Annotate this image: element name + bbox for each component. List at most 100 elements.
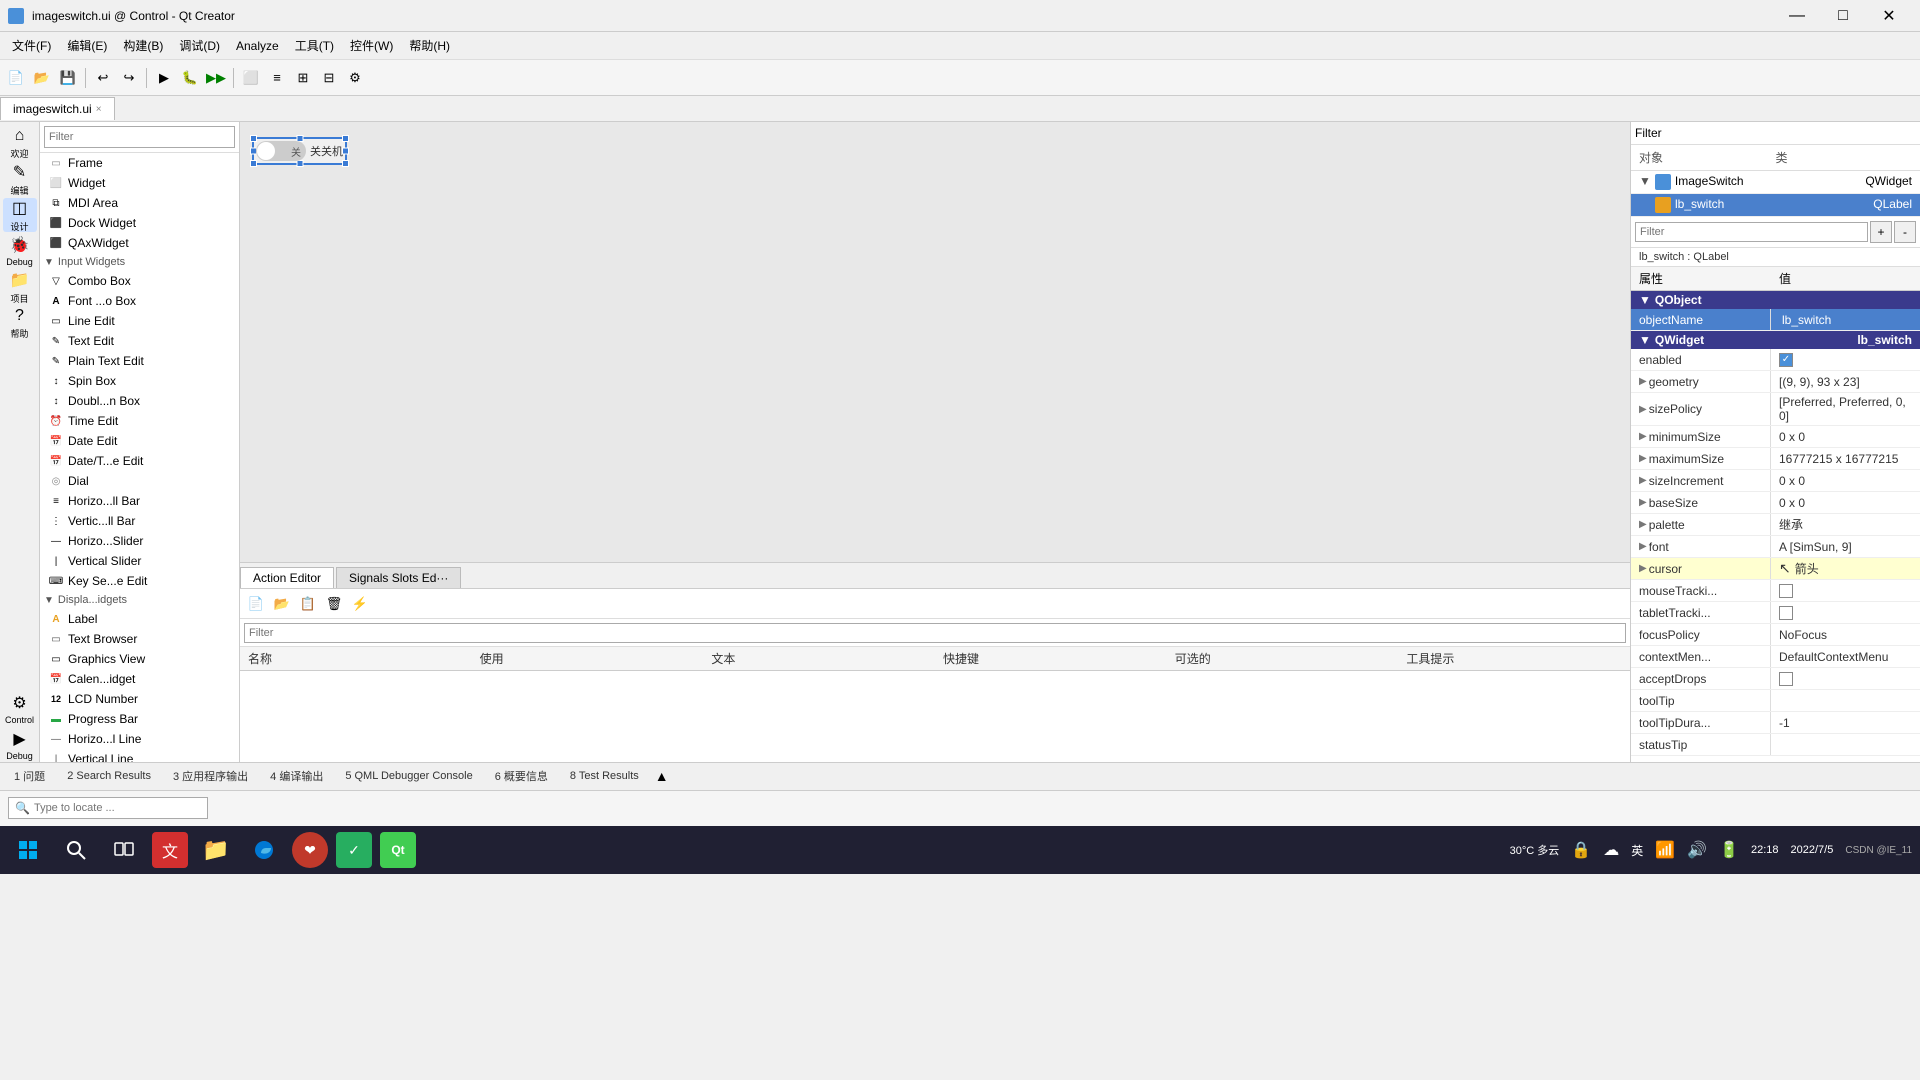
handle-br[interactable] bbox=[342, 160, 349, 167]
debug-btn[interactable]: 🐛 bbox=[178, 66, 202, 90]
sidebar-item-project[interactable]: 📁 项目 bbox=[3, 270, 37, 304]
maxsize-expand[interactable]: ▶ bbox=[1639, 453, 1647, 464]
object-row-lbswitch[interactable]: lb_switch QLabel bbox=[1631, 194, 1920, 217]
menu-tools[interactable]: 工具(T) bbox=[287, 33, 342, 58]
menu-analyze[interactable]: Analyze bbox=[228, 35, 287, 57]
widget-double[interactable]: ↕ Doubl...n Box bbox=[40, 391, 239, 411]
prop-acceptdrops-value[interactable] bbox=[1771, 668, 1920, 689]
bottom-tab-qml[interactable]: 5 QML Debugger Console bbox=[335, 767, 482, 785]
basesize-expand[interactable]: ▶ bbox=[1639, 497, 1647, 508]
prop-filter-input[interactable] bbox=[1635, 222, 1868, 242]
taskbar-redcircle-btn[interactable]: ❤ bbox=[292, 832, 328, 868]
taskbar-green-btn[interactable]: ✓ bbox=[336, 832, 372, 868]
sidebar-item-debug[interactable]: 🐞 Debug bbox=[3, 234, 37, 268]
minsize-expand[interactable]: ▶ bbox=[1639, 431, 1647, 442]
build-btn[interactable]: ▶ bbox=[152, 66, 176, 90]
sidebar-item-design[interactable]: ◫ 设计 bbox=[3, 198, 37, 232]
settings-btn[interactable]: ⚙ bbox=[343, 66, 367, 90]
tab-close-btn[interactable]: × bbox=[96, 104, 102, 115]
bottom-tab-test[interactable]: 8 Test Results bbox=[560, 767, 649, 785]
widget-text-browser[interactable]: ▭ Text Browser bbox=[40, 629, 239, 649]
taskbar-folder-btn[interactable]: 📁 bbox=[196, 830, 236, 870]
align-left-btn[interactable]: ⬜ bbox=[239, 66, 263, 90]
minimize-button[interactable]: — bbox=[1774, 0, 1820, 32]
canvas-area[interactable]: 关 关关机 bbox=[240, 122, 1630, 562]
taskbar-edge-btn[interactable] bbox=[244, 830, 284, 870]
action-new-btn[interactable]: 📄 bbox=[244, 592, 268, 616]
layout-btn[interactable]: ⊞ bbox=[291, 66, 315, 90]
filter-add-btn[interactable]: + bbox=[1870, 221, 1892, 243]
widget-line-edit[interactable]: ▭ Line Edit bbox=[40, 311, 239, 331]
cursor-expand[interactable]: ▶ bbox=[1639, 563, 1647, 574]
objectname-input[interactable] bbox=[1779, 312, 1912, 328]
palette-expand[interactable]: ▶ bbox=[1639, 519, 1647, 530]
widget-time[interactable]: ⏰ Time Edit bbox=[40, 411, 239, 431]
widget-dock[interactable]: ⬛ Dock Widget bbox=[40, 213, 239, 233]
taskbar-qtcreator-btn[interactable]: Qt bbox=[380, 832, 416, 868]
sizepolicy-expand[interactable]: ▶ bbox=[1639, 404, 1647, 415]
menu-edit[interactable]: 编辑(E) bbox=[59, 33, 115, 58]
prop-mousetracking-value[interactable] bbox=[1771, 580, 1920, 601]
bottom-tab-problems[interactable]: 1 问题 bbox=[4, 765, 55, 787]
geometry-expand[interactable]: ▶ bbox=[1639, 376, 1647, 387]
handle-tl[interactable] bbox=[250, 135, 257, 142]
undo-btn[interactable]: ↩ bbox=[91, 66, 115, 90]
widget-label[interactable]: A Label bbox=[40, 609, 239, 629]
sidebar-item-control[interactable]: ⚙ Control bbox=[3, 692, 37, 726]
sidebar-item-debug2[interactable]: ▶ Debug bbox=[3, 728, 37, 762]
widget-vslider[interactable]: | Vertical Slider bbox=[40, 551, 239, 571]
widget-mdi-area[interactable]: ⧉ MDI Area bbox=[40, 193, 239, 213]
widget-vline[interactable]: | Vertical Line bbox=[40, 749, 239, 762]
widget-frame[interactable]: ▭ Frame bbox=[40, 153, 239, 173]
locate-search-box[interactable]: 🔍 bbox=[8, 797, 208, 819]
sizeincrement-expand[interactable]: ▶ bbox=[1639, 475, 1647, 486]
widget-hscroll[interactable]: ≡ Horizo...ll Bar bbox=[40, 491, 239, 511]
acceptdrops-checkbox[interactable] bbox=[1779, 672, 1793, 686]
menu-help[interactable]: 帮助(H) bbox=[401, 33, 458, 58]
widget-combo[interactable]: ▽ Combo Box bbox=[40, 271, 239, 291]
widget-keyseq[interactable]: ⌨ Key Se...e Edit bbox=[40, 571, 239, 591]
section-qwidget[interactable]: ▼ QWidget lb_switch bbox=[1631, 331, 1920, 349]
open-btn[interactable]: 📂 bbox=[30, 66, 54, 90]
section-input-widgets[interactable]: ▼ Input Widgets bbox=[40, 253, 239, 271]
start-button[interactable] bbox=[8, 830, 48, 870]
save-btn[interactable]: 💾 bbox=[56, 66, 80, 90]
widget-calendar[interactable]: 📅 Calen...idget bbox=[40, 669, 239, 689]
mousetracking-checkbox[interactable] bbox=[1779, 584, 1793, 598]
grid-btn[interactable]: ⊟ bbox=[317, 66, 341, 90]
bottom-tab-summary[interactable]: 6 概要信息 bbox=[485, 765, 558, 787]
widget-filter-input[interactable] bbox=[44, 126, 235, 148]
widget-progress[interactable]: ▬ Progress Bar bbox=[40, 709, 239, 729]
action-filter-input[interactable] bbox=[244, 623, 1626, 643]
redo-btn[interactable]: ↪ bbox=[117, 66, 141, 90]
widget-qax[interactable]: ⬛ QAxWidget bbox=[40, 233, 239, 253]
menu-file[interactable]: 文件(F) bbox=[4, 33, 59, 58]
sidebar-item-welcome[interactable]: ⌂ 欢迎 bbox=[3, 126, 37, 160]
widget-graphics-view[interactable]: ▭ Graphics View bbox=[40, 649, 239, 669]
taskview-btn[interactable] bbox=[104, 830, 144, 870]
tablettracking-checkbox[interactable] bbox=[1779, 606, 1793, 620]
tab-action-editor[interactable]: Action Editor bbox=[240, 567, 334, 588]
menu-build[interactable]: 构建(B) bbox=[115, 33, 171, 58]
widget-lcd[interactable]: 12 LCD Number bbox=[40, 689, 239, 709]
prop-objectname-value[interactable] bbox=[1771, 309, 1920, 330]
widget-dial[interactable]: ◎ Dial bbox=[40, 471, 239, 491]
handle-bl[interactable] bbox=[250, 160, 257, 167]
menu-debug[interactable]: 调试(D) bbox=[171, 33, 228, 58]
action-open-btn[interactable]: 📂 bbox=[270, 592, 294, 616]
section-qobject[interactable]: ▼ QObject bbox=[1631, 291, 1920, 309]
handle-tr[interactable] bbox=[342, 135, 349, 142]
widget-vscroll[interactable]: ⋮ Vertic...ll Bar bbox=[40, 511, 239, 531]
widget-font[interactable]: A Font ...o Box bbox=[40, 291, 239, 311]
filter-remove-btn[interactable]: - bbox=[1894, 221, 1916, 243]
widget-hline[interactable]: — Horizo...l Line bbox=[40, 729, 239, 749]
action-copy-btn[interactable]: 📋 bbox=[296, 592, 320, 616]
enabled-checkbox[interactable] bbox=[1779, 353, 1793, 367]
bottom-tab-appout[interactable]: 3 应用程序输出 bbox=[163, 765, 258, 787]
prop-tablettracking-value[interactable] bbox=[1771, 602, 1920, 623]
close-button[interactable]: ✕ bbox=[1866, 0, 1912, 32]
bottom-tab-search[interactable]: 2 Search Results bbox=[57, 767, 161, 785]
prop-enabled-value[interactable] bbox=[1771, 349, 1920, 370]
locate-input[interactable] bbox=[34, 802, 184, 814]
maximize-button[interactable]: □ bbox=[1820, 0, 1866, 32]
